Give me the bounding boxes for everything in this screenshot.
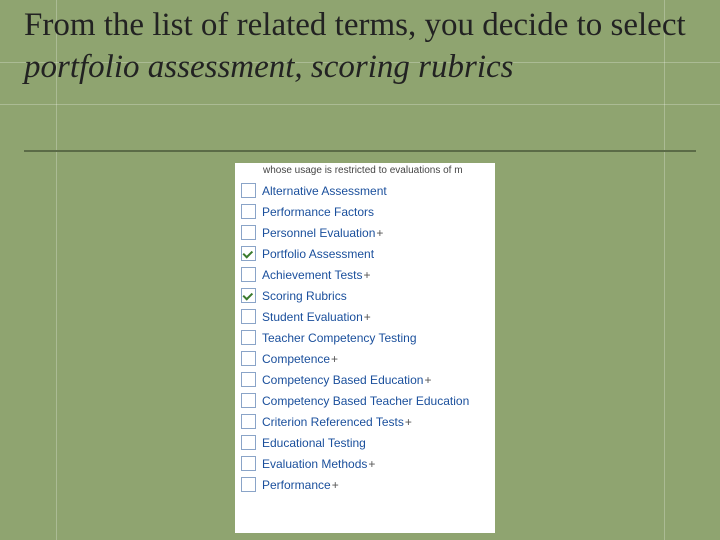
term-link[interactable]: Teacher Competency Testing <box>262 331 417 345</box>
term-checkbox[interactable] <box>241 204 256 219</box>
term-row: Personnel Evaluation+ <box>235 222 495 243</box>
term-checkbox[interactable] <box>241 288 256 303</box>
term-checkbox[interactable] <box>241 456 256 471</box>
term-row: Criterion Referenced Tests+ <box>235 411 495 432</box>
term-link[interactable]: Evaluation Methods <box>262 457 367 471</box>
term-row: Competency Based Teacher Education <box>235 390 495 411</box>
slide-title-plain: From the list of related terms, you deci… <box>24 7 686 43</box>
term-link[interactable]: Student Evaluation <box>262 310 363 324</box>
thesaurus-panel: whose usage is restricted to evaluations… <box>235 163 495 533</box>
expand-icon[interactable]: + <box>368 457 375 471</box>
term-link[interactable]: Criterion Referenced Tests <box>262 415 404 429</box>
term-link[interactable]: Performance <box>262 478 331 492</box>
term-row: Competency Based Education+ <box>235 369 495 390</box>
term-row: Portfolio Assessment <box>235 243 495 264</box>
term-checkbox[interactable] <box>241 351 256 366</box>
term-checkbox[interactable] <box>241 477 256 492</box>
expand-icon[interactable]: + <box>405 415 412 429</box>
term-link[interactable]: Portfolio Assessment <box>262 247 374 261</box>
term-row: Competence+ <box>235 348 495 369</box>
term-checkbox[interactable] <box>241 246 256 261</box>
term-row: Performance+ <box>235 474 495 495</box>
definition-snippet: whose usage is restricted to evaluations… <box>235 163 495 180</box>
term-link[interactable]: Competence <box>262 352 330 366</box>
term-checkbox[interactable] <box>241 372 256 387</box>
term-row: Student Evaluation+ <box>235 306 495 327</box>
term-checkbox[interactable] <box>241 267 256 282</box>
term-link[interactable]: Achievement Tests <box>262 268 363 282</box>
term-link[interactable]: Competency Based Teacher Education <box>262 394 469 408</box>
term-row: Educational Testing <box>235 432 495 453</box>
term-row: Evaluation Methods+ <box>235 453 495 474</box>
title-underline <box>24 150 696 152</box>
term-row: Alternative Assessment <box>235 180 495 201</box>
expand-icon[interactable]: + <box>424 373 431 387</box>
term-link[interactable]: Alternative Assessment <box>262 184 387 198</box>
term-row: Teacher Competency Testing <box>235 327 495 348</box>
expand-icon[interactable]: + <box>364 310 371 324</box>
term-link[interactable]: Educational Testing <box>262 436 366 450</box>
term-row: Achievement Tests+ <box>235 264 495 285</box>
slide-title-italic: portfolio assessment, scoring rubrics <box>24 49 514 85</box>
term-link[interactable]: Scoring Rubrics <box>262 289 347 303</box>
term-checkbox[interactable] <box>241 330 256 345</box>
expand-icon[interactable]: + <box>376 226 383 240</box>
term-checkbox[interactable] <box>241 183 256 198</box>
expand-icon[interactable]: + <box>364 268 371 282</box>
term-checkbox[interactable] <box>241 414 256 429</box>
term-checkbox[interactable] <box>241 225 256 240</box>
term-link[interactable]: Competency Based Education <box>262 373 423 387</box>
term-link[interactable]: Performance Factors <box>262 205 374 219</box>
term-checkbox[interactable] <box>241 309 256 324</box>
expand-icon[interactable]: + <box>331 352 338 366</box>
term-checkbox[interactable] <box>241 435 256 450</box>
term-row: Scoring Rubrics <box>235 285 495 306</box>
expand-icon[interactable]: + <box>332 478 339 492</box>
related-terms-list: Alternative Assessment Performance Factor… <box>235 180 495 495</box>
term-row: Performance Factors <box>235 201 495 222</box>
term-link[interactable]: Personnel Evaluation <box>262 226 375 240</box>
term-checkbox[interactable] <box>241 393 256 408</box>
slide-title: From the list of related terms, you deci… <box>24 4 696 88</box>
